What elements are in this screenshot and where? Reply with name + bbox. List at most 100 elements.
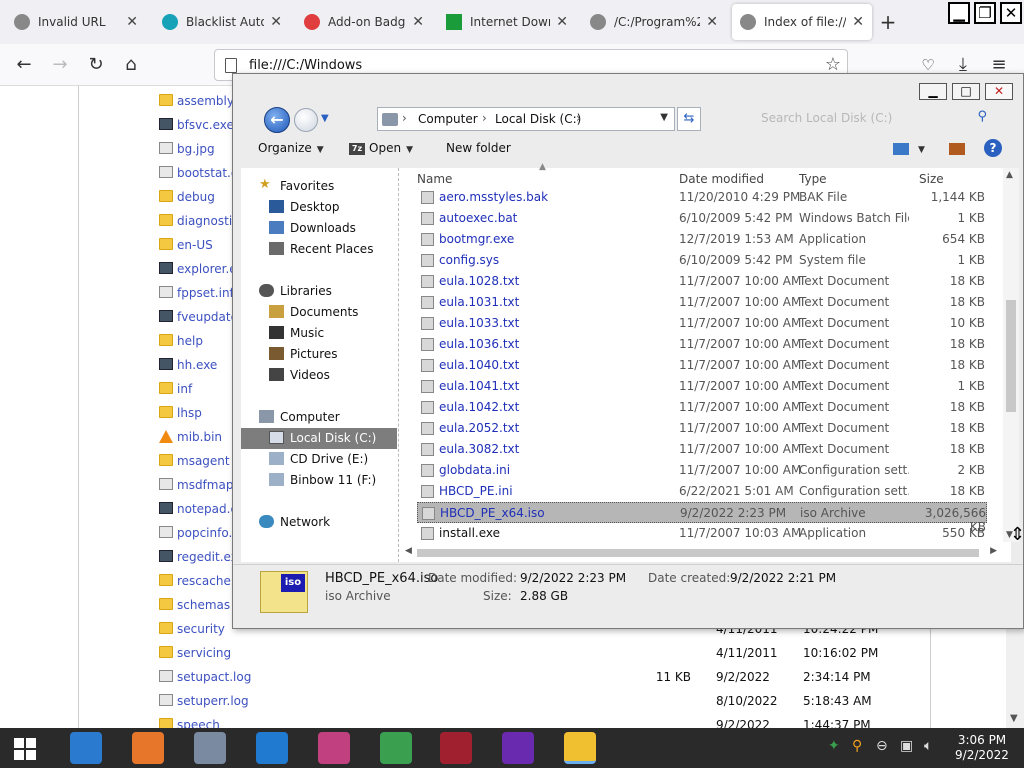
minus-tray-icon[interactable]: ⊖ [876,738,888,754]
bookmark-star-icon[interactable]: ☆ [825,54,841,75]
folder-icon[interactable] [564,732,596,764]
listing-link[interactable]: bg.jpg [177,142,215,156]
system-clock[interactable]: 3:06 PM 9/2/2022 [950,733,1014,763]
open-button[interactable]: 7z Open ▼ [349,141,413,155]
listing-link[interactable]: diagnostic [177,214,239,228]
file-name[interactable]: eula.1033.txt [439,316,519,330]
nav-favorites[interactable]: ★ Favorites [259,176,389,197]
breadcrumb-chevron-icon[interactable]: › [402,111,407,125]
listing-link[interactable]: mib.bin [177,430,222,444]
file-row[interactable]: eula.1041.txt 11/7/2007 10:00 AM Text Docu… [417,376,987,397]
nav-pictures[interactable]: Pictures [269,344,389,365]
file-name[interactable]: HBCD_PE_x64.iso [440,506,545,520]
file-row[interactable]: eula.2052.txt 11/7/2007 10:00 AM Text Docu… [417,418,987,439]
address-dropdown-icon[interactable]: ▼ [660,112,668,123]
listing-link[interactable]: help [177,334,203,348]
preview-pane-button[interactable] [949,141,969,155]
dialog-minimize-button[interactable]: ▁ [919,83,947,100]
file-row[interactable]: globdata.ini 11/7/2007 10:00 AM Configurat… [417,460,987,481]
back-arrow-icon[interactable]: ← [12,53,36,77]
file-name[interactable]: globdata.ini [439,463,510,477]
file-name[interactable]: eula.1041.txt [439,379,519,393]
idm-downloader-icon[interactable] [380,732,412,764]
scroll-thumb[interactable] [1006,300,1016,412]
network-tray-icon[interactable]: ✦ [828,738,840,754]
close-tab-icon[interactable]: ✕ [270,14,282,30]
listing-link[interactable]: lhsp [177,406,202,420]
breadcrumb-local-disk[interactable]: Local Disk (C:) [495,112,581,126]
dialog-maximize-button[interactable]: □ [952,83,980,100]
new-tab-button[interactable]: + [878,8,898,36]
file-name[interactable]: bootmgr.exe [439,232,514,246]
refresh-button[interactable]: ⇆ [677,107,701,131]
listing-link[interactable]: inf [177,382,192,396]
listing-link[interactable]: fppset.inf [177,286,234,300]
reload-icon[interactable]: ↻ [84,53,108,77]
nav-network[interactable]: Network [259,512,389,533]
winrar-icon[interactable] [440,732,472,764]
breadcrumb-chevron-icon[interactable]: › [576,111,581,125]
computer-tool-icon[interactable] [194,732,226,764]
listing-link[interactable]: popcinfo. [177,526,232,540]
search-placeholder[interactable]: Search Local Disk (C:) [761,111,892,125]
nav-local-disk-c[interactable]: Local Disk (C:) [241,428,397,449]
nav-downloads[interactable]: Downloads [269,218,389,239]
scroll-up-arrow-icon[interactable]: ▲ [1006,170,1013,180]
scroll-down-arrow-icon[interactable]: ▼ [1010,713,1018,724]
nav-desktop[interactable]: Desktop [269,197,389,218]
home-icon[interactable]: ⌂ [119,53,143,77]
listing-link[interactable]: en-US [177,238,213,252]
file-row[interactable]: eula.1042.txt 11/7/2007 10:00 AM Text Docu… [417,397,987,418]
close-tab-icon[interactable]: ✕ [556,14,568,30]
scroll-thumb[interactable] [417,549,979,557]
nav-videos[interactable]: Videos [269,365,389,386]
url-text[interactable]: file:///C:/Windows [249,58,362,73]
scissors-icon[interactable] [318,732,350,764]
help-icon[interactable]: ? [984,139,1002,157]
search-box[interactable]: Search Local Disk (C:) ⚲ [749,107,993,131]
nav-computer[interactable]: Computer [259,407,389,428]
browser-tab[interactable]: Index of file:///C ✕ [732,4,872,40]
browser-tab[interactable]: Add-on Badges ✕ [296,4,432,40]
file-row[interactable]: eula.1040.txt 11/7/2007 10:00 AM Text Docu… [417,355,987,376]
listing-link[interactable]: setuperr.log [177,694,249,708]
column-size[interactable]: Size [919,172,944,186]
forward-arrow-icon[interactable]: → [48,53,72,77]
file-row[interactable]: config.sys 6/10/2009 5:42 PM System file 1 … [417,250,987,271]
file-name[interactable]: eula.1040.txt [439,358,519,372]
nav-documents[interactable]: Documents [269,302,389,323]
nav-recent-places[interactable]: Recent Places [269,239,389,260]
close-tab-icon[interactable]: ✕ [412,14,424,30]
display-tray-icon[interactable]: ▣ [900,738,913,754]
file-row[interactable]: HBCD_PE.ini 6/22/2021 5:01 AM Configuratio… [417,481,987,502]
file-row[interactable]: eula.1031.txt 11/7/2007 10:00 AM Text Docu… [417,292,987,313]
forward-button[interactable] [294,108,318,132]
listing-link[interactable]: bfsvc.exe [177,118,234,132]
listing-link[interactable]: debug [177,190,215,204]
volume-tray-icon[interactable]: 🔈︎ [924,738,932,754]
nav-cd-drive-e[interactable]: CD Drive (E:) [269,449,389,470]
scroll-left-arrow-icon[interactable]: ◀ [405,546,412,556]
close-tab-icon[interactable]: ✕ [852,14,864,30]
nav-binbow-11-f[interactable]: Binbow 11 (F:) [269,470,389,491]
column-type[interactable]: Type [799,172,827,186]
listing-link[interactable]: hh.exe [177,358,217,372]
column-name[interactable]: Name [417,172,452,186]
new-folder-button[interactable]: New folder [446,141,511,155]
file-name[interactable]: HBCD_PE.ini [439,484,513,498]
file-name[interactable]: eula.1042.txt [439,400,519,414]
browser-minimize-button[interactable]: ▁ [948,2,970,24]
file-row[interactable]: aero.msstyles.bak 11/20/2010 4:29 PM BAK F… [417,187,987,208]
browser-tab[interactable]: Internet Downlo ✕ [438,4,576,40]
file-list-vertical-scrollbar[interactable]: ▲ ▼ [1003,168,1019,542]
file-row[interactable]: HBCD_PE_x64.iso 9/2/2022 2:23 PM iso Archi… [417,502,987,534]
start-button[interactable] [14,738,36,760]
file-row[interactable]: bootmgr.exe 12/7/2019 1:53 AM Application 6… [417,229,987,250]
file-name[interactable]: install.exe [439,526,500,540]
listing-link[interactable]: schemas [177,598,230,612]
organize-button[interactable]: Organize ▼ [258,141,324,155]
view-options-button[interactable]: ▼ [893,141,925,155]
listing-link[interactable]: speech [177,718,220,728]
browser-tab[interactable]: Blacklist AutoCl ✕ [154,4,290,40]
file-row[interactable]: eula.1028.txt 11/7/2007 10:00 AM Text Docu… [417,271,987,292]
